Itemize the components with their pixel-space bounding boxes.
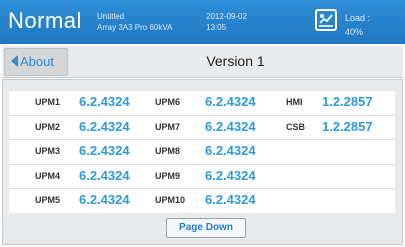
back-arrow-icon: [11, 55, 18, 67]
table-row: UPM1 6.2.4324 UPM6 6.2.4324 HMI 1.2.2857: [9, 90, 395, 115]
version-label: UPM10: [155, 195, 186, 205]
page-down-button[interactable]: Page Down: [166, 218, 246, 238]
version-value: 1.2.2857: [322, 118, 373, 134]
nav-bar: About Version 1: [2, 46, 403, 78]
version-label: UPM3: [35, 146, 61, 156]
version-label: UPM8: [155, 146, 181, 156]
system-name: Untitled Array 3A3 Pro 60kVA: [97, 11, 172, 33]
version-label: HMI: [286, 97, 303, 107]
status-header: Normal Untitled Array 3A3 Pro 60kVA 2012…: [0, 0, 405, 44]
load-label: Load :: [345, 13, 371, 23]
version-label: UPM1: [35, 97, 61, 107]
version-value: 6.2.4324: [205, 143, 256, 158]
mode-title: Normal: [8, 8, 82, 33]
about-back-button[interactable]: About: [4, 48, 68, 76]
table-row: UPM3 6.2.4324 UPM8 6.2.4324: [9, 139, 395, 164]
load-value: 40%: [345, 27, 364, 37]
version-label: UPM9: [155, 170, 181, 181]
page-title: Version 1: [206, 53, 265, 69]
time-text: 13:05: [206, 23, 227, 32]
version-table: UPM1 6.2.4324 UPM6 6.2.4324 HMI 1.2.2857…: [9, 90, 395, 213]
date-text: 2012-09-02: [206, 12, 247, 21]
system-name-line2: Array 3A3 Pro 60kVA: [97, 23, 173, 32]
version-value: 6.2.4324: [205, 118, 256, 134]
table-row: UPM5 6.2.4324 UPM10 6.2.4324: [9, 188, 395, 213]
version-value: 6.2.4324: [205, 192, 256, 207]
version-value: 1.2.2857: [322, 94, 373, 109]
version-value: 6.2.4324: [79, 143, 130, 158]
table-row: UPM2 6.2.4324 UPM7 6.2.4324 CSB 1.2.2857: [9, 114, 395, 140]
version-value: 6.2.4324: [79, 94, 130, 109]
version-label: UPM5: [35, 195, 61, 205]
version-label: CSB: [286, 121, 306, 132]
system-name-line1: Untitled: [97, 12, 125, 21]
date-time: 2012-09-02 13:05: [206, 11, 247, 33]
table-row: UPM4 6.2.4324 UPM9 6.2.4324: [9, 163, 395, 189]
load-readout: Load : 40%: [345, 11, 370, 39]
about-back-label: About: [20, 54, 54, 69]
version-value: 6.2.4324: [79, 167, 130, 183]
version-value: 6.2.4324: [79, 118, 130, 134]
version-panel: UPM1 6.2.4324 UPM6 6.2.4324 HMI 1.2.2857…: [2, 79, 403, 245]
version-value: 6.2.4324: [79, 192, 130, 207]
version-value: 6.2.4324: [205, 94, 256, 109]
version-label: UPM7: [155, 121, 181, 132]
version-label: UPM2: [35, 121, 61, 132]
version-label: UPM6: [155, 97, 181, 107]
load-gauge-icon[interactable]: [315, 9, 337, 31]
version-label: UPM4: [35, 170, 61, 181]
version-value: 6.2.4324: [205, 167, 256, 183]
